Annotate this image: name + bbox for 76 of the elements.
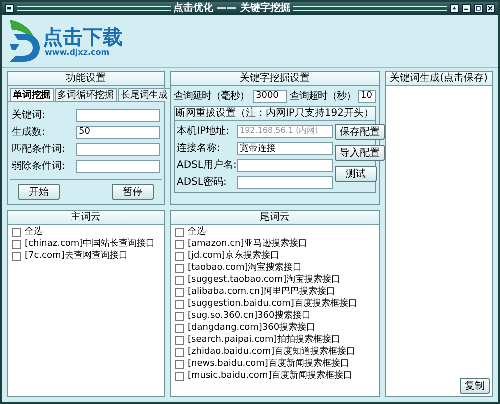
checkbox[interactable] [175,312,184,320]
checkbox-label: [suggestion.baidu.com]百度搜索框接口 [188,298,358,310]
checkbox[interactable] [175,276,184,284]
import-config-button[interactable]: 导入配置 [335,145,385,161]
input-field[interactable] [76,108,160,122]
field-label: 关键词: [12,108,46,122]
tab[interactable]: 单词挖掘 [10,88,54,101]
input-field[interactable]: 3000 [253,90,287,102]
system-menu-icon[interactable] [5,4,14,13]
checkbox[interactable] [175,336,184,344]
checkbox-label: [dangdang.com]360搜索接口 [188,322,316,334]
rollup-icon[interactable] [450,4,459,13]
input-field[interactable]: 宽带连接 [237,142,333,154]
panel-title: 主词云 [8,211,164,225]
pause-button[interactable]: 暂停 [112,184,154,200]
checkbox[interactable] [12,240,21,248]
checkbox-label: [chinaz.com]中国站长查询接口 [25,238,156,250]
checkbox-label: [search.paipai.com]拍拍搜索框接口 [188,334,340,346]
minimize-icon[interactable] [462,4,471,13]
checkbox[interactable] [175,348,184,356]
panel-title: 尾词云 [171,211,379,225]
checkbox-label: [music.baidu.com]百度新闻搜索框接口 [188,370,353,382]
checkbox[interactable] [175,252,184,260]
copy-button[interactable]: 复制 [460,378,490,394]
close-icon[interactable] [486,4,495,13]
checkbox-label: [amazon.cn]亚马逊搜索接口 [188,238,308,250]
checkbox[interactable] [175,288,184,296]
maximize-icon[interactable] [474,4,483,13]
save-config-button[interactable]: 保存配置 [335,124,385,140]
tab[interactable]: 长尾词生成 [118,88,172,101]
start-button[interactable]: 开始 [18,184,60,200]
panel-title: 关键字挖掘设置 [171,72,379,86]
checkbox-label: 全选 [25,226,43,238]
checkbox[interactable] [12,252,21,260]
field-label: 生成数: [12,126,46,139]
checkbox[interactable] [175,300,184,308]
tab[interactable]: 多词循环挖掘 [54,88,118,101]
checkbox-label: [zhidao.baidu.com]百度知道搜索框接口 [188,346,356,358]
checkbox[interactable] [175,372,184,380]
input-field[interactable] [76,160,160,172]
logo-name: 点击下载 [43,26,123,48]
checkbox-label: 全选 [188,226,206,238]
panel-title: 功能设置 [8,72,164,86]
input-field[interactable]: 192.168.56.1 (内网) [237,124,333,138]
panel-title: 断网重拔设置（注：内网IP只支持192开头） [175,107,375,121]
field-label: ADSL用户名: [177,158,235,172]
logo-url: www.djxz.com [45,48,111,56]
checkbox-label: [news.baidu.com]百度新闻搜索框接口 [188,358,350,370]
logo-icon [8,18,42,64]
field-label: ADSL密码: [177,176,228,189]
checkbox[interactable] [175,360,184,368]
checkbox-label: [7c.com]去查网查询接口 [25,250,128,262]
input-field[interactable] [237,158,333,172]
panel-title: 关键词生成(点击保存) [386,72,492,86]
checkbox-label: [taobao.com]淘宝搜索接口 [188,262,302,274]
checkbox-label: [suggest.taobao.com]淘宝搜索接口 [188,274,341,286]
field-label: 查询延时（毫秒） [174,90,250,103]
test-button[interactable]: 测试 [335,166,377,182]
checkbox[interactable] [12,228,21,236]
checkbox-label: [alibaba.com.cn]阿里巴巴搜索接口 [188,286,336,298]
checkbox-label: [jd.com]京东搜索接口 [188,250,280,262]
field-label: 查询超时（秒） [290,90,356,103]
checkbox[interactable] [175,324,184,332]
field-label: 匹配条件词: [12,143,66,156]
field-label: 本机IP地址: [177,124,230,138]
checkbox[interactable] [175,228,184,236]
input-field[interactable] [237,176,333,188]
input-field[interactable]: 50 [76,126,160,138]
checkbox-label: [sug.so.360.cn]360搜索接口 [188,310,311,322]
field-label: 弱除条件词: [12,160,66,173]
input-field[interactable]: 10 [358,90,376,102]
field-label: 连接名称: [177,142,222,155]
input-field[interactable] [76,142,160,156]
window-title: 点击优化 —— 关键字挖掘 [174,2,290,14]
checkbox[interactable] [175,264,184,272]
checkbox[interactable] [175,240,184,248]
